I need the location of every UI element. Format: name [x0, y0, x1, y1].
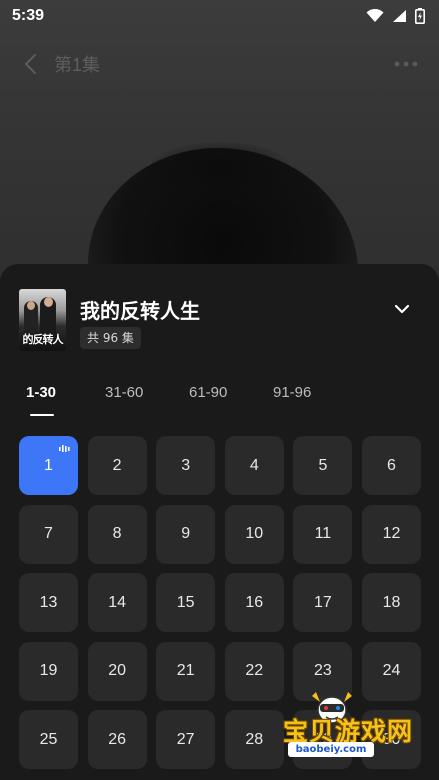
- episode-number: 3: [181, 456, 191, 474]
- episode-number: 14: [108, 593, 126, 611]
- episode-button-27[interactable]: 27: [156, 710, 216, 769]
- episode-number: 18: [382, 593, 401, 611]
- episode-button-21[interactable]: 21: [156, 641, 216, 701]
- episode-button-18[interactable]: 18: [362, 573, 421, 632]
- episode-number: 9: [181, 525, 191, 542]
- cover-face: [44, 297, 53, 307]
- episode-button-15[interactable]: 15: [156, 573, 216, 632]
- episode-button-19[interactable]: 19: [19, 641, 78, 701]
- episode-button-20[interactable]: 20: [87, 641, 147, 701]
- watermark-url: baobeiy.com: [288, 742, 374, 757]
- episode-button-5[interactable]: 5: [293, 436, 353, 495]
- more-options-icon[interactable]: [393, 57, 419, 71]
- watermark: 宝贝游戏网 baobeiy.com: [262, 690, 434, 770]
- episode-number: 20: [108, 662, 126, 679]
- episode-button-16[interactable]: 16: [224, 573, 284, 632]
- episode-button-25[interactable]: 25: [19, 710, 78, 769]
- cover-title-text: 的反转人: [22, 333, 64, 346]
- episode-number: 28: [245, 730, 264, 748]
- tab-range-31-60[interactable]: 31-60: [105, 384, 143, 416]
- episode-number: 27: [176, 730, 195, 748]
- episode-number: 26: [108, 730, 126, 748]
- episode-number: 19: [39, 662, 58, 679]
- episode-number: 21: [176, 662, 195, 679]
- episode-number: 22: [245, 662, 264, 679]
- episode-number: 13: [39, 593, 58, 611]
- episode-button-3[interactable]: 3: [156, 436, 216, 495]
- tab-range-61-90[interactable]: 61-90: [189, 384, 227, 416]
- episode-number: 11: [314, 525, 332, 542]
- episode-number: 10: [245, 525, 264, 542]
- episode-number: 5: [318, 456, 328, 474]
- cover-face: [27, 301, 35, 310]
- video-frame-detail: [150, 142, 290, 192]
- drama-cover-image: 的反转人: [19, 289, 66, 351]
- tab-range-1-30[interactable]: 1-30: [26, 384, 56, 416]
- episode-title: 第1集: [54, 55, 101, 75]
- episode-number: 24: [382, 662, 401, 679]
- wifi-icon: [366, 9, 384, 22]
- status-bar: 5:39: [0, 0, 439, 32]
- episode-number: 6: [387, 456, 396, 474]
- episode-number: 4: [249, 456, 259, 474]
- episode-button-11[interactable]: 11: [293, 504, 353, 564]
- episode-number: 17: [313, 593, 332, 611]
- drama-title: 我的反转人生: [80, 299, 200, 323]
- episode-button-6[interactable]: 6: [362, 436, 421, 495]
- episode-button-7[interactable]: 7: [19, 504, 78, 564]
- screen: 5:39 第1集 的反转人 我的反转人生 共 96 集 1-30 31-60 6…: [0, 0, 439, 780]
- episode-button-13[interactable]: 13: [19, 573, 78, 632]
- chevron-down-icon[interactable]: [392, 299, 412, 319]
- episode-button-17[interactable]: 17: [293, 573, 353, 632]
- battery-icon: [415, 8, 425, 24]
- status-time: 5:39: [12, 7, 45, 24]
- episode-number: 23: [313, 662, 332, 679]
- episode-number: 2: [112, 456, 122, 474]
- episode-number: 12: [382, 525, 401, 542]
- episode-number: 7: [44, 525, 53, 542]
- back-arrow-icon[interactable]: [20, 52, 44, 76]
- now-playing-icon: [59, 445, 70, 452]
- signal-icon: [393, 10, 406, 22]
- episode-button-10[interactable]: 10: [224, 504, 284, 564]
- active-tab-indicator: [30, 414, 54, 416]
- episode-button-9[interactable]: 9: [156, 504, 216, 564]
- episode-range-tabs: 1-30 31-60 61-90 91-96: [0, 384, 439, 420]
- episode-button-8[interactable]: 8: [87, 504, 147, 564]
- tab-range-91-96[interactable]: 91-96: [273, 384, 311, 416]
- episode-button-4[interactable]: 4: [224, 436, 284, 495]
- episode-button-26[interactable]: 26: [87, 710, 147, 769]
- episode-button-12[interactable]: 12: [362, 504, 421, 564]
- episode-count-badge: 共 96 集: [80, 327, 141, 349]
- episode-button-14[interactable]: 14: [87, 573, 147, 632]
- drama-header: 的反转人 我的反转人生 共 96 集: [19, 289, 419, 351]
- top-nav: 第1集: [0, 42, 439, 86]
- episode-button-2[interactable]: 2: [87, 436, 147, 495]
- status-icons: [366, 8, 425, 24]
- episode-number: 25: [39, 730, 58, 748]
- episode-number: 16: [245, 593, 264, 611]
- episode-number: 1: [44, 456, 53, 474]
- episode-number: 15: [176, 593, 195, 611]
- episode-button-1[interactable]: 1: [19, 436, 78, 495]
- episode-number: 8: [112, 525, 122, 542]
